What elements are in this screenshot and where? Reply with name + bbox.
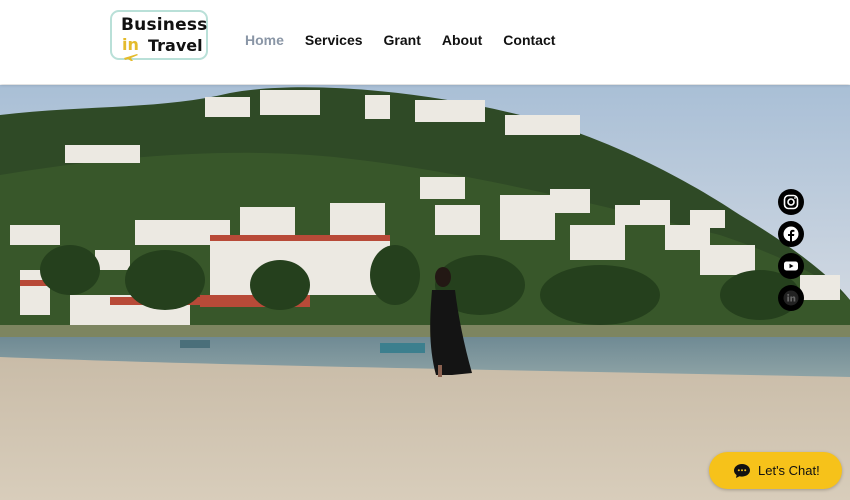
hero-video-background xyxy=(0,85,850,500)
nav-about[interactable]: About xyxy=(442,32,482,48)
logo-travel-text: Travel xyxy=(148,36,203,55)
logo-business-text: Business xyxy=(121,15,208,35)
airplane-icon xyxy=(124,54,138,61)
nav-services[interactable]: Services xyxy=(305,32,363,48)
social-bar xyxy=(778,189,804,311)
nav-grant[interactable]: Grant xyxy=(384,32,421,48)
facebook-icon[interactable] xyxy=(778,221,804,247)
site-header: Business in Travel Home Services Grant A… xyxy=(0,0,850,84)
nav-contact[interactable]: Contact xyxy=(503,32,555,48)
lets-chat-button[interactable]: Let's Chat! xyxy=(709,452,842,489)
youtube-icon[interactable] xyxy=(778,253,804,279)
instagram-icon[interactable] xyxy=(778,189,804,215)
main-nav: Home Services Grant About Contact xyxy=(245,32,576,48)
chat-label: Let's Chat! xyxy=(758,463,820,478)
business-in-travel-logo[interactable]: Business in Travel xyxy=(110,10,208,61)
nav-home[interactable]: Home xyxy=(245,32,284,48)
beach-hillside-scene xyxy=(0,85,850,500)
chat-bubble-icon xyxy=(734,463,750,478)
linkedin-icon[interactable] xyxy=(778,285,804,311)
